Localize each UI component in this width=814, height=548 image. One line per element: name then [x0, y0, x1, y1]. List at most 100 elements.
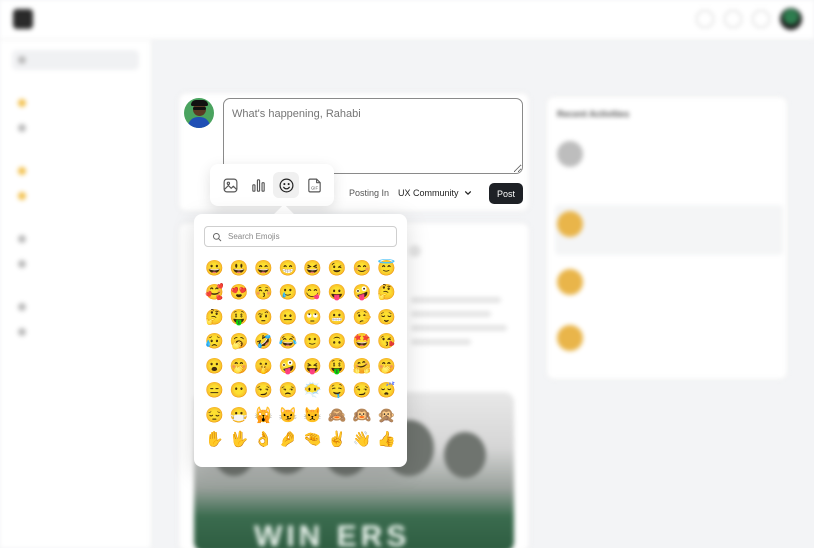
sidebar-section-heading: [12, 148, 139, 155]
emoji-option[interactable]: 👋: [350, 428, 375, 453]
post-textarea[interactable]: [223, 98, 523, 174]
emoji-option[interactable]: ✋: [202, 428, 227, 453]
emoji-option[interactable]: 🤭: [227, 354, 252, 379]
activity-item[interactable]: [555, 263, 783, 313]
emoji-option[interactable]: 😆: [300, 256, 325, 281]
emoji-option[interactable]: 😏: [350, 379, 375, 404]
emoji-option[interactable]: 😷: [227, 403, 252, 428]
emoji-option[interactable]: 🤫: [251, 354, 276, 379]
emoji-option[interactable]: 😴: [374, 379, 399, 404]
emoji-search-input[interactable]: [228, 232, 388, 241]
emoji-option[interactable]: 😚: [251, 281, 276, 306]
emoji-option[interactable]: 😌: [374, 305, 399, 330]
blurred-background: WIN ERS Recent Activities: [0, 0, 814, 548]
emoji-option[interactable]: 🤔: [374, 281, 399, 306]
emoji-option[interactable]: 😝: [300, 354, 325, 379]
emoji-option[interactable]: 🤏: [300, 428, 325, 453]
emoji-option[interactable]: 🥱: [227, 330, 252, 355]
emoji-option[interactable]: 😐: [276, 305, 301, 330]
emoji-option[interactable]: 😶: [227, 379, 252, 404]
emoji-option[interactable]: 🤭: [374, 354, 399, 379]
message-icon[interactable]: [724, 10, 742, 28]
emoji-option[interactable]: 🥰: [202, 281, 227, 306]
emoji-option[interactable]: ✌️: [325, 428, 350, 453]
poll-button[interactable]: [245, 172, 271, 198]
post-text-line: [411, 297, 501, 303]
post-menu-icon[interactable]: [409, 245, 421, 257]
emoji-option[interactable]: 😛: [325, 281, 350, 306]
sidebar-item[interactable]: [12, 229, 139, 249]
emoji-option[interactable]: 👌: [251, 428, 276, 453]
activity-item[interactable]: [555, 135, 783, 185]
emoji-option[interactable]: 😏: [251, 379, 276, 404]
emoji-option[interactable]: 😃: [227, 256, 252, 281]
emoji-option[interactable]: 🤔: [202, 305, 227, 330]
image-button[interactable]: [217, 172, 243, 198]
search-icon[interactable]: [696, 10, 714, 28]
sidebar-item[interactable]: [12, 161, 139, 181]
emoji-option[interactable]: 🙀: [251, 403, 276, 428]
emoji-option[interactable]: 😇: [374, 256, 399, 281]
post-text-line: [411, 311, 491, 317]
emoji-option[interactable]: 🙃: [325, 330, 350, 355]
emoji-option[interactable]: 😋: [300, 281, 325, 306]
emoji-option[interactable]: 😑: [202, 379, 227, 404]
emoji-option[interactable]: 🤣: [251, 330, 276, 355]
emoji-option[interactable]: 😊: [350, 256, 375, 281]
emoji-option[interactable]: 🖖: [227, 428, 252, 453]
channel-icon: [18, 167, 26, 175]
emoji-option[interactable]: 🙈: [325, 403, 350, 428]
sidebar-item[interactable]: [12, 322, 139, 342]
sidebar-item[interactable]: [12, 93, 139, 113]
emoji-option[interactable]: 😂: [276, 330, 301, 355]
emoji-option[interactable]: 😮: [202, 354, 227, 379]
emoji-option[interactable]: 😒: [276, 379, 301, 404]
emoji-button[interactable]: [273, 172, 299, 198]
bell-icon[interactable]: [752, 10, 770, 28]
emoji-option[interactable]: 😥: [202, 330, 227, 355]
emoji-option[interactable]: 🥲: [276, 281, 301, 306]
emoji-option[interactable]: 🤑: [325, 354, 350, 379]
sidebar-item[interactable]: [12, 254, 139, 274]
emoji-option[interactable]: 🤌: [276, 428, 301, 453]
post-text-line: [411, 325, 507, 331]
emoji-option[interactable]: 😀: [202, 256, 227, 281]
community-select[interactable]: UX Community: [398, 188, 472, 198]
profile-avatar[interactable]: [780, 8, 802, 30]
sidebar-section-heading: [12, 284, 139, 291]
emoji-option[interactable]: 😔: [202, 403, 227, 428]
emoji-option[interactable]: 😄: [251, 256, 276, 281]
activity-avatar: [557, 141, 583, 167]
emoji-option[interactable]: 😼: [276, 403, 301, 428]
emoji-option[interactable]: 🤗: [350, 354, 375, 379]
activity-item[interactable]: [555, 319, 783, 369]
emoji-option[interactable]: 😁: [276, 256, 301, 281]
post-button[interactable]: Post: [489, 183, 523, 204]
emoji-option[interactable]: 🤪: [350, 281, 375, 306]
emoji-option[interactable]: 🙉: [350, 403, 375, 428]
sidebar-item-feed[interactable]: [12, 50, 139, 70]
emoji-option[interactable]: 😬: [325, 305, 350, 330]
emoji-option[interactable]: 😾: [300, 403, 325, 428]
gif-button[interactable]: GIF: [301, 172, 327, 198]
emoji-option[interactable]: 🤤: [325, 379, 350, 404]
channel-icon: [18, 235, 26, 243]
emoji-option[interactable]: 😉: [325, 256, 350, 281]
emoji-option[interactable]: 👍: [374, 428, 399, 453]
emoji-option[interactable]: 😘: [374, 330, 399, 355]
emoji-option[interactable]: 🤥: [350, 305, 375, 330]
emoji-option[interactable]: 🤩: [350, 330, 375, 355]
emoji-option[interactable]: 😍: [227, 281, 252, 306]
emoji-option[interactable]: 🤑: [227, 305, 252, 330]
sidebar-item[interactable]: [12, 297, 139, 317]
emoji-option[interactable]: 😶‍🌫️: [300, 379, 325, 404]
sidebar: [0, 40, 152, 548]
sidebar-item[interactable]: [12, 118, 139, 138]
sidebar-item[interactable]: [12, 186, 139, 206]
emoji-option[interactable]: 🙂: [300, 330, 325, 355]
emoji-option[interactable]: 🤪: [276, 354, 301, 379]
emoji-option[interactable]: 🙊: [374, 403, 399, 428]
activity-item[interactable]: [555, 205, 783, 255]
emoji-option[interactable]: 🙄: [300, 305, 325, 330]
emoji-option[interactable]: 🤨: [251, 305, 276, 330]
